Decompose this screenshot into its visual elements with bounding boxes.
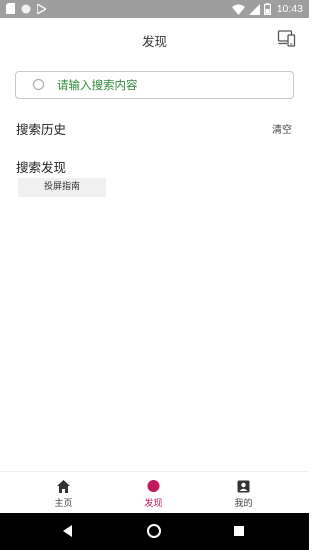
circle-icon [21, 4, 31, 13]
page-title: 发现 [141, 34, 167, 49]
discover-tag-cast-guide[interactable]: 投屏指南 [18, 178, 106, 197]
search-input[interactable] [57, 76, 277, 94]
system-navigation-bar [0, 513, 309, 550]
status-bar: 10:43 [0, 0, 309, 18]
nav-label-home: 主页 [54, 499, 73, 509]
sd-card-icon [6, 3, 15, 14]
search-history-title: 搜索历史 [16, 122, 67, 137]
nav-item-discover[interactable]: 发现 [102, 472, 205, 514]
discover-dot-icon [147, 480, 160, 492]
search-box[interactable] [15, 71, 294, 99]
recents-square-icon [234, 526, 244, 536]
wifi-icon [231, 4, 245, 15]
bottom-navigation: 主页 发现 我的 [0, 471, 309, 513]
back-triangle-icon [63, 525, 72, 537]
nav-label-discover: 发现 [144, 499, 163, 509]
system-back-button[interactable] [59, 522, 77, 540]
profile-icon [237, 480, 250, 493]
status-left-icons [6, 3, 46, 14]
nav-label-profile: 我的 [234, 499, 253, 509]
battery-icon [263, 3, 271, 15]
app-screen: 10:43 发现 搜索历史 清空 搜索发现 投屏指南 主页 [0, 0, 309, 550]
system-recents-button[interactable] [230, 522, 248, 540]
home-icon [57, 480, 70, 493]
search-discover-title: 搜索发现 [16, 160, 67, 175]
system-home-button[interactable] [145, 522, 163, 540]
clear-history-button[interactable]: 清空 [272, 121, 292, 136]
nav-item-profile[interactable]: 我的 [192, 472, 295, 514]
play-store-icon [37, 3, 46, 14]
status-time: 10:43 [276, 3, 303, 15]
nav-item-home[interactable]: 主页 [12, 472, 115, 514]
cast-screen-button[interactable] [277, 29, 297, 49]
cast-screen-icon [277, 30, 296, 47]
top-app-bar: 发现 [0, 18, 309, 62]
signal-icon [248, 3, 260, 15]
home-circle-icon [147, 524, 161, 538]
search-icon [32, 78, 45, 91]
status-right-icons: 10:43 [231, 2, 303, 16]
